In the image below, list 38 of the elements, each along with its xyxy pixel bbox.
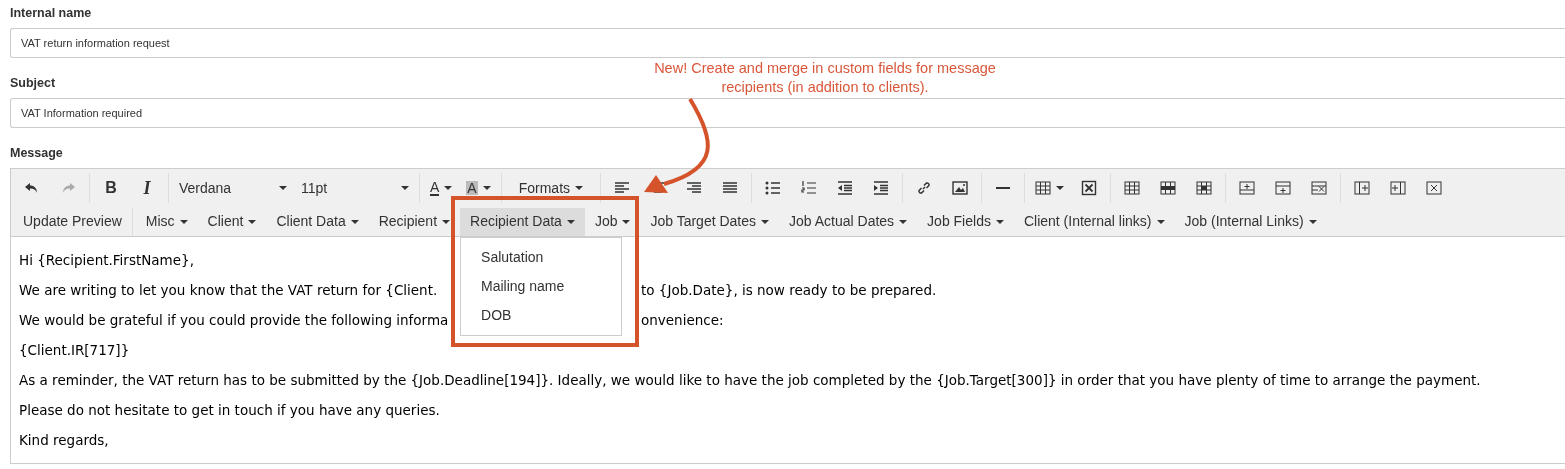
font-select[interactable]: Verdana	[175, 174, 291, 202]
menu-button[interactable]: Client (Internal links)	[1013, 207, 1175, 236]
menu-button[interactable]: Recipient	[368, 207, 461, 236]
formats-button[interactable]: Formats	[514, 174, 588, 202]
background-color-button[interactable]: A	[462, 174, 495, 202]
menu-button[interactable]: Recipient Data	[460, 207, 585, 236]
field-label: Subject	[10, 75, 56, 92]
text-field[interactable]: VAT return information request	[10, 28, 1565, 58]
field-label: Message	[10, 145, 63, 162]
body-text: Kind regards,	[19, 430, 109, 450]
annotation-text: New! Create and merge in custom fields for message recipients (in addition to clients).	[653, 59, 997, 97]
italic-button[interactable]: I	[132, 174, 162, 202]
body-text: to {Job.Date}, is now ready to be prepared.	[641, 280, 937, 300]
body-text: As a reminder, the VAT return has to be submitted by the {Job.Deadline[194]}. Ideally, we would like to have the job completed by the {Job.Target[300]} in order that you have plenty of time to arrange the payment.	[19, 370, 1481, 390]
table-icon	[1035, 180, 1052, 196]
body-text: We are writing to let you know that the VAT return for {Client.	[19, 280, 439, 300]
text-field[interactable]: VAT Information required	[10, 98, 1565, 128]
menu-button[interactable]: Job	[584, 207, 641, 236]
size-select[interactable]: 11pt	[297, 174, 413, 202]
menu-button[interactable]: Job (Internal Links)	[1174, 207, 1327, 236]
body-text: Hi {Recipient.FirstName},	[19, 250, 194, 270]
dropdown-item[interactable]: Salutation	[461, 242, 622, 272]
menu-button[interactable]: Job Fields	[917, 207, 1014, 236]
text-color-button[interactable]: A	[426, 174, 457, 202]
update-preview-button[interactable]: Update Preview	[13, 207, 132, 236]
body-text: Please do not hesitate to get in touch if you have any queries.	[19, 400, 440, 420]
menu-button[interactable]: Client	[197, 207, 267, 236]
body-text: We would be grateful if you could provide the following informa	[19, 310, 450, 330]
dropdown-item[interactable]: Mailing name	[461, 271, 622, 301]
body-text: {Client.IR[717]}	[19, 340, 130, 360]
dropdown-item[interactable]: DOB	[461, 300, 622, 330]
body-text: onvenience:	[641, 310, 724, 330]
menu-button[interactable]: Misc	[135, 207, 198, 236]
menu-button[interactable]: Client Data	[266, 207, 369, 236]
menu-button[interactable]: Job Target Dates	[640, 207, 780, 236]
bold-button[interactable]: B	[96, 174, 126, 202]
menu-button[interactable]: Job Actual Dates	[779, 207, 918, 236]
field-label: Internal name	[10, 5, 92, 22]
